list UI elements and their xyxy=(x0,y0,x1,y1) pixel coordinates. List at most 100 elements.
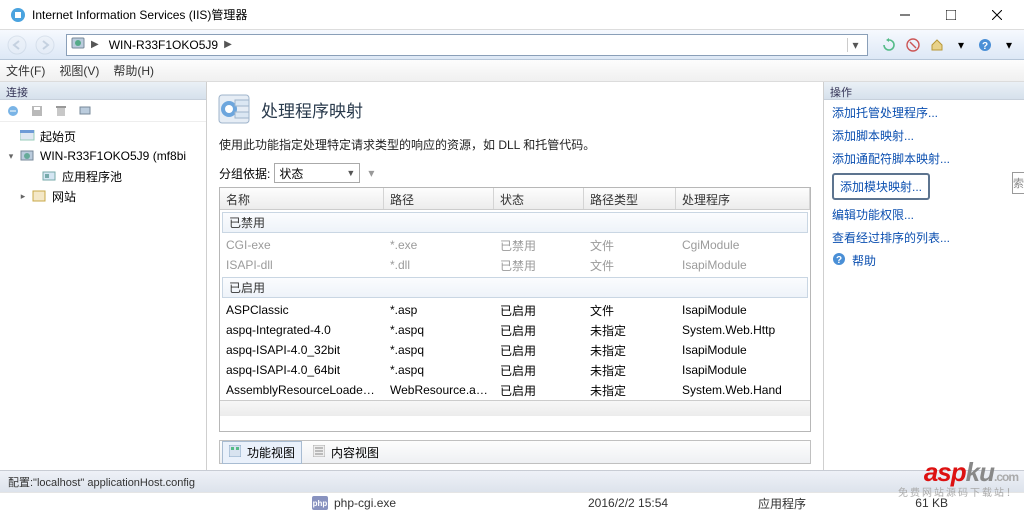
col-path[interactable]: 路径 xyxy=(384,188,494,209)
chevron-down-icon: ▼ xyxy=(346,168,355,178)
connections-pane: 连接 起始页 ▾ WIN-R33F1OKO5J9 (mf8bi 应用程序池 xyxy=(0,82,207,470)
watermark: aspku.com 免费网站源码下载站！ xyxy=(898,457,1018,499)
group-disabled[interactable]: 已禁用 xyxy=(222,212,808,233)
tree-server[interactable]: ▾ WIN-R33F1OKO5J9 (mf8bi xyxy=(0,146,206,166)
table-row[interactable]: ASPClassic*.asp已启用文件IsapiModule xyxy=(220,300,810,320)
expand-icon[interactable]: ▸ xyxy=(18,191,28,202)
col-handler[interactable]: 处理程序 xyxy=(676,188,810,209)
server-tree-icon[interactable] xyxy=(78,104,92,118)
table-row[interactable]: aspq-ISAPI-4.0_32bit*.aspq已启用未指定IsapiMod… xyxy=(220,340,810,360)
feature-pane: 处理程序映射 使用此功能指定处理特定请求类型的响应的资源，如 DLL 和托管代码… xyxy=(207,82,824,470)
php-file-icon: php xyxy=(312,496,328,510)
collapse-icon[interactable]: ▾ xyxy=(6,151,16,162)
breadcrumb[interactable]: ▶ WIN-R33F1OKO5J9 ▶ ▾ xyxy=(66,34,868,56)
groupby-value: 状态 xyxy=(279,165,303,182)
content-view-icon xyxy=(313,445,327,459)
help-icon[interactable]: ? xyxy=(974,34,996,56)
title-bar: Internet Information Services (IIS)管理器 xyxy=(0,0,1024,30)
sites-icon xyxy=(32,190,48,202)
tab-feature-view[interactable]: 功能视图 xyxy=(222,441,302,464)
table-row[interactable]: aspq-ISAPI-4.0_64bit*.aspq已启用未指定IsapiMod… xyxy=(220,360,810,380)
connections-header: 连接 xyxy=(0,82,206,100)
action-edit-permissions[interactable]: 编辑功能权限... xyxy=(832,206,1016,223)
status-bar: 配置:"localhost" applicationHost.config xyxy=(0,470,1024,492)
groupby-combo[interactable]: 状态 ▼ xyxy=(274,163,360,183)
table-row[interactable]: aspq-Integrated-4.0*.aspq已启用未指定System.We… xyxy=(220,320,810,340)
delete-icon[interactable] xyxy=(54,104,68,118)
chevron-right-icon[interactable]: ▶ xyxy=(91,39,99,50)
connections-toolbar xyxy=(0,100,206,122)
tree-server-label: WIN-R33F1OKO5J9 (mf8bi xyxy=(40,149,186,163)
action-add-module[interactable]: 添加模块映射... xyxy=(832,173,930,200)
tab-content-view[interactable]: 内容视图 xyxy=(306,441,386,464)
refresh-icon[interactable] xyxy=(878,34,900,56)
status-text: 配置:"localhost" applicationHost.config xyxy=(8,474,195,490)
server-node-icon xyxy=(20,150,36,162)
work-area: 连接 起始页 ▾ WIN-R33F1OKO5J9 (mf8bi 应用程序池 xyxy=(0,82,1024,470)
watermark-sub: 免费网站源码下载站！ xyxy=(898,484,1018,499)
svg-text:?: ? xyxy=(836,255,842,266)
action-add-script[interactable]: 添加脚本映射... xyxy=(832,127,1016,144)
menu-view[interactable]: 视图(V) xyxy=(59,62,99,79)
connections-tree: 起始页 ▾ WIN-R33F1OKO5J9 (mf8bi 应用程序池 ▸ 网站 xyxy=(0,122,206,210)
action-add-managed[interactable]: 添加托管处理程序... xyxy=(832,104,1016,121)
explorer-filename: php-cgi.exe xyxy=(334,496,396,510)
tree-start-page[interactable]: 起始页 xyxy=(0,126,206,146)
close-button[interactable] xyxy=(974,1,1020,29)
handler-mappings-icon xyxy=(217,92,251,126)
page-description: 使用此功能指定处理特定请求类型的响应的资源，如 DLL 和托管代码。 xyxy=(219,136,811,153)
groupby-label: 分组依据: xyxy=(219,165,270,182)
handler-grid: 名称 路径 状态 路径类型 处理程序 已禁用 CGI-exe*.exe已禁用文件… xyxy=(219,187,811,432)
home-icon[interactable] xyxy=(926,34,948,56)
clipped-search-fragment: 索"P xyxy=(1012,172,1024,194)
page-title: 处理程序映射 xyxy=(261,97,363,122)
nav-dropdown2-icon[interactable]: ▾ xyxy=(998,34,1020,56)
action-view-sorted[interactable]: 查看经过排序的列表... xyxy=(832,229,1016,246)
group-enabled[interactable]: 已启用 xyxy=(222,277,808,298)
minimize-button[interactable] xyxy=(882,1,928,29)
table-row[interactable]: AssemblyResourceLoader-I...WebResource.a… xyxy=(220,380,810,400)
table-row[interactable]: ISAPI-dll*.dll已禁用文件IsapiModule xyxy=(220,255,810,275)
tab-content-label: 内容视图 xyxy=(331,444,379,461)
start-page-icon xyxy=(20,130,36,142)
action-add-wildcard[interactable]: 添加通配符脚本映射... xyxy=(832,150,1016,167)
server-icon xyxy=(71,36,85,53)
explorer-date: 2016/2/2 15:54 xyxy=(588,496,758,510)
col-state[interactable]: 状态 xyxy=(494,188,584,209)
connect-icon[interactable] xyxy=(6,104,20,118)
chevron-right-icon[interactable]: ▶ xyxy=(224,39,232,50)
tree-sites-label: 网站 xyxy=(52,188,76,205)
menu-help[interactable]: 帮助(H) xyxy=(113,62,154,79)
tab-feature-label: 功能视图 xyxy=(247,444,295,461)
action-help[interactable]: ? 帮助 xyxy=(832,252,1016,269)
nav-back-button[interactable] xyxy=(4,33,30,57)
menu-bar: 文件(F) 视图(V) 帮助(H) xyxy=(0,60,1024,82)
nav-forward-button[interactable] xyxy=(32,33,58,57)
breadcrumb-dropdown[interactable]: ▾ xyxy=(847,38,863,52)
tree-sites[interactable]: ▸ 网站 xyxy=(0,186,206,206)
tree-start-label: 起始页 xyxy=(40,128,76,145)
col-ptype[interactable]: 路径类型 xyxy=(584,188,676,209)
explorer-row[interactable]: php php-cgi.exe 2016/2/2 15:54 应用程序 61 K… xyxy=(0,492,1024,513)
stop-icon[interactable] xyxy=(902,34,924,56)
grid-header: 名称 路径 状态 路径类型 处理程序 xyxy=(220,188,810,210)
app-icon xyxy=(10,7,26,23)
nav-dropdown-icon[interactable]: ▾ xyxy=(950,34,972,56)
actions-pane: 操作 添加托管处理程序... 添加脚本映射... 添加通配符脚本映射... 添加… xyxy=(824,82,1024,470)
tree-app-pools-label: 应用程序池 xyxy=(62,168,122,185)
table-row[interactable]: CGI-exe*.exe已禁用文件CgiModule xyxy=(220,235,810,255)
view-tabs: 功能视图 内容视图 xyxy=(219,440,811,464)
breadcrumb-host[interactable]: WIN-R33F1OKO5J9 xyxy=(109,38,218,52)
save-icon[interactable] xyxy=(30,104,44,118)
help-icon: ? xyxy=(832,252,846,269)
window-title: Internet Information Services (IIS)管理器 xyxy=(32,6,882,23)
menu-file[interactable]: 文件(F) xyxy=(6,62,45,79)
action-help-label: 帮助 xyxy=(852,252,876,269)
app-pool-icon xyxy=(42,170,58,182)
tree-app-pools[interactable]: 应用程序池 xyxy=(0,166,206,186)
col-name[interactable]: 名称 xyxy=(220,188,384,209)
grid-scrollbar[interactable] xyxy=(220,400,810,416)
actions-header: 操作 xyxy=(824,82,1024,100)
svg-text:?: ? xyxy=(982,41,988,52)
maximize-button[interactable] xyxy=(928,1,974,29)
